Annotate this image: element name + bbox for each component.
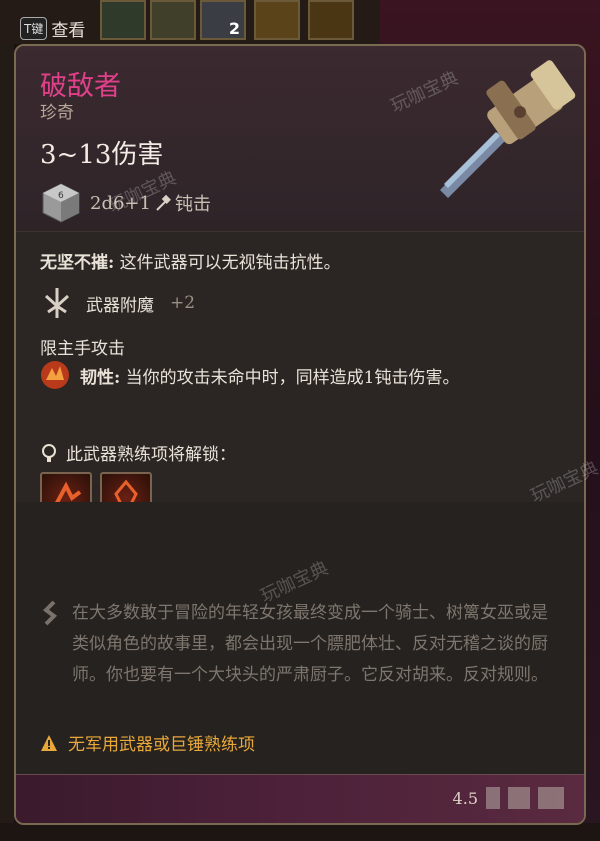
hotbar-slot[interactable]: 2	[200, 0, 246, 40]
damage-type: 钝击	[174, 194, 211, 215]
toughness-name: 韧性:	[80, 367, 121, 388]
hotbar-slot[interactable]	[100, 0, 146, 40]
enchant-label: 武器附魔	[86, 295, 154, 316]
proficiency-title: 此武器熟练项将解锁：	[40, 440, 236, 465]
passive-name: 无坚不摧:	[40, 253, 115, 273]
blurred-text	[538, 787, 564, 809]
item-value: 4.5	[452, 789, 478, 808]
main-hand-label: 限主手攻击	[40, 339, 125, 359]
toughness-desc: 当你的攻击未命中时，同样造成1钝击伤害。	[120, 367, 460, 388]
blurred-text	[508, 787, 530, 809]
item-tooltip: 破敌者 珍奇 3~13伤害 6 2d6+1 钝击 无坚不摧: 这件武器可以无视钝…	[14, 44, 586, 825]
warning-text: 无军用武器或巨锤熟练项	[68, 735, 255, 755]
proficiency-icon	[42, 443, 56, 462]
inspect-hint[interactable]: T键 查看	[20, 14, 85, 42]
slot-count: 2	[228, 19, 240, 38]
enchant-value: +2	[170, 293, 196, 313]
proficiency-label: 此武器熟练项将解锁：	[66, 445, 236, 465]
blurred-text	[486, 787, 500, 809]
tooltip-header: 破敌者 珍奇 3~13伤害 6 2d6+1 钝击	[16, 46, 584, 231]
enchant-icon	[44, 288, 70, 318]
enchant-row: 武器附魔 +2	[40, 286, 195, 320]
warning-icon	[41, 734, 57, 751]
damage-range: 3~13伤害	[40, 140, 164, 170]
dice-icon: 6	[42, 183, 80, 223]
toughness-text: 韧性: 当你的攻击未命中时，同样造成1钝击伤害。	[80, 363, 460, 388]
passive-line: 无坚不摧: 这件武器可以无视钝击抗性。	[40, 248, 341, 273]
lore-icon	[42, 600, 58, 626]
tooltip-properties: 无坚不摧: 这件武器可以无视钝击抗性。 武器附魔 +2 限主手攻击 韧性: 当你…	[16, 231, 584, 524]
toughness-row: 韧性: 当你的攻击未命中时，同样造成1钝击伤害。	[40, 360, 460, 390]
item-rarity: 珍奇	[40, 103, 74, 123]
svg-text:6: 6	[58, 191, 64, 201]
inspect-label: 查看	[51, 20, 86, 41]
hotbar-slot[interactable]	[254, 0, 300, 40]
hotbar-slot[interactable]	[308, 0, 354, 40]
tooltip-footer: 4.5	[16, 774, 584, 823]
key-cap: T键	[20, 16, 48, 40]
background-edge	[0, 44, 14, 841]
background-bottom	[0, 823, 600, 841]
warning-row: 无军用武器或巨锤熟练项	[40, 730, 255, 755]
lore-text: 在大多数敢于冒险的年轻女孩最终变成一个骑士、树篱女巫或是类似角色的故事里，都会出…	[72, 603, 548, 685]
hotbar-slot[interactable]	[150, 0, 196, 40]
passive-desc: 这件武器可以无视钝击抗性。	[114, 253, 341, 273]
toughness-icon	[41, 361, 69, 389]
